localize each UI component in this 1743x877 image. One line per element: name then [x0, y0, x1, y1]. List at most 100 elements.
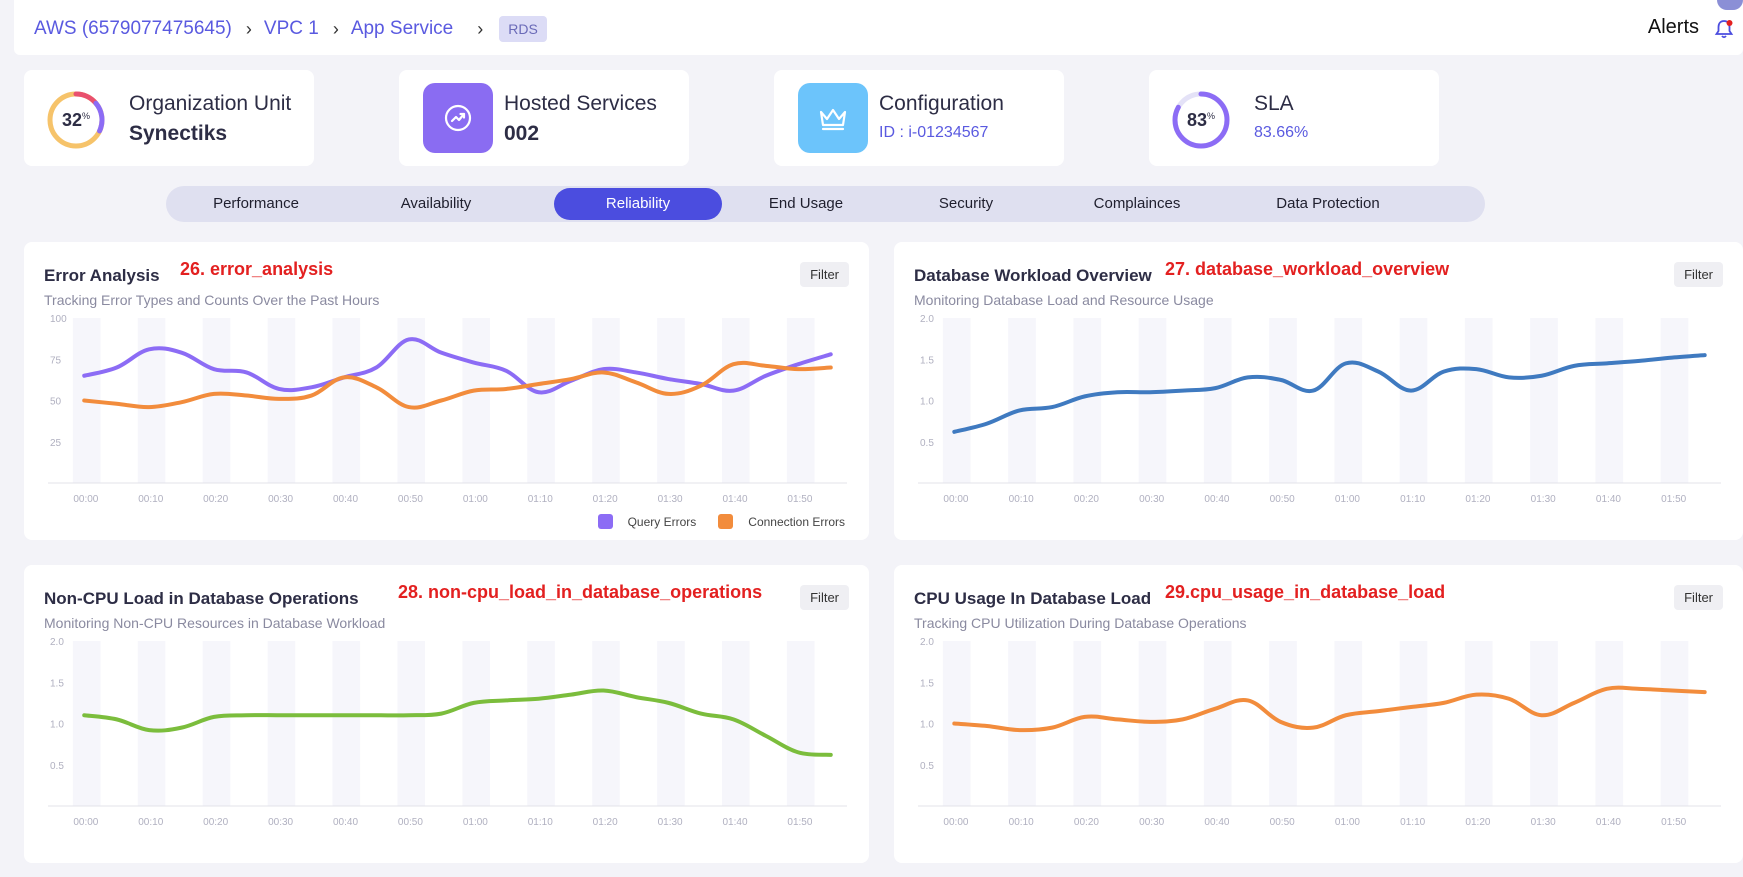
legend-swatch [597, 514, 613, 529]
x-tick-label: 00:20 [203, 817, 228, 828]
chevron-right-icon: › [332, 18, 339, 39]
x-tick-label: 01:40 [1596, 494, 1621, 505]
tab-bar: Performance Availability Reliability End… [166, 186, 1485, 222]
y-tick-label: 100 [50, 314, 67, 325]
legend-label: Query Errors [627, 514, 697, 529]
legend-swatch [718, 514, 734, 529]
x-tick-label: 01:20 [593, 817, 618, 828]
grid-stripe [1660, 318, 1689, 483]
grid-stripe [137, 318, 166, 483]
tab-performance[interactable]: Performance [172, 188, 340, 220]
breadcrumb-vpc[interactable]: VPC 1 [264, 18, 319, 40]
tab-complainces[interactable]: Complainces [1053, 188, 1221, 220]
grid-stripe [1334, 641, 1363, 806]
trending-up-icon [423, 83, 493, 153]
breadcrumb-app-service[interactable]: App Service [351, 18, 453, 40]
database-workload-panel: Database Workload Overview 27. database_… [894, 242, 1743, 540]
x-tick-label: 01:10 [1400, 494, 1425, 505]
x-tick-label: 00:10 [138, 494, 163, 505]
x-tick-label: 00:10 [1009, 817, 1034, 828]
x-tick-label: 00:20 [203, 494, 228, 505]
grid-stripe [1399, 318, 1428, 483]
x-tick-label: 01:00 [463, 494, 488, 505]
x-tick-label: 01:40 [723, 494, 748, 505]
x-tick-label: 00:40 [333, 817, 358, 828]
x-tick-label: 01:30 [1531, 494, 1556, 505]
grid-stripe [786, 641, 815, 806]
cpu-usage-panel: CPU Usage In Database Load 29.cpu_usage_… [894, 565, 1743, 863]
non-cpu-load-panel: Non-CPU Load in Database Operations 28. … [24, 565, 869, 863]
y-tick-label: 25 [50, 438, 62, 449]
y-tick-label: 2.0 [920, 637, 934, 648]
x-tick-label: 01:50 [1661, 817, 1686, 828]
series-line-1 [952, 353, 1707, 434]
org-unit-percent: 32% [61, 109, 91, 130]
grid-stripe [1138, 318, 1167, 483]
breadcrumb: AWS (6579077475645) › VPC 1 › App Servic… [34, 16, 547, 42]
bell-icon[interactable] [1713, 18, 1735, 40]
cpu-usage-chart: 2.0 1.5 1.0 0.5 00:00 00:10 00:20 00:30 00:40 00:… [918, 637, 1721, 828]
series-line-1 [82, 688, 833, 757]
grid-stripe [1073, 641, 1102, 806]
grid-stripe [722, 318, 750, 483]
y-tick-label: 0.5 [50, 761, 64, 772]
x-tick-label: 00:40 [1204, 817, 1229, 828]
x-tick-label: 00:00 [73, 494, 98, 505]
y-tick-label: 1.5 [50, 678, 64, 689]
tab-reliability[interactable]: Reliability [554, 188, 722, 220]
grid-stripe [657, 318, 685, 483]
x-tick-label: 00:30 [268, 817, 293, 828]
org-unit-value: Synectiks [129, 122, 228, 145]
x-tick-label: 00:20 [1074, 817, 1099, 828]
sla-percent: 83% [1186, 109, 1216, 130]
series-line-1 [952, 685, 1707, 733]
grid-stripe [1269, 318, 1297, 483]
tab-availability[interactable]: Availability [352, 188, 520, 220]
x-tick-label: 01:40 [1596, 817, 1621, 828]
crown-icon [798, 83, 868, 153]
grid-stripe [1203, 641, 1232, 806]
hosted-services-value: 002 [504, 122, 540, 145]
tab-end-usage[interactable]: End Usage [722, 188, 890, 220]
grid-stripe [1399, 641, 1428, 806]
breadcrumb-rds-badge[interactable]: RDS [499, 16, 547, 42]
x-tick-label: 00:10 [1009, 494, 1034, 505]
legend-item-connection-errors[interactable]: Connection Errors [718, 514, 845, 529]
y-tick-label: 0.5 [920, 761, 934, 772]
configuration-card: Configuration ID : i-01234567 [774, 70, 1064, 166]
avatar[interactable] [1717, 0, 1743, 10]
x-tick-label: 01:10 [528, 817, 553, 828]
sla-card: 83% SLA 83.66% [1149, 70, 1439, 166]
tab-data-protection[interactable]: Data Protection [1244, 188, 1412, 220]
grid-stripe [1660, 641, 1689, 806]
hosted-services-card: Hosted Services 002 [399, 70, 689, 166]
x-tick-label: 01:20 [1465, 494, 1490, 505]
grid-stripe [332, 641, 361, 806]
x-tick-label: 00:50 [398, 817, 423, 828]
y-tick-label: 2.0 [50, 637, 64, 648]
grid-stripe [1008, 641, 1036, 806]
grid-stripe [1334, 318, 1363, 483]
grid-stripe [786, 318, 815, 483]
legend-item-query-errors[interactable]: Query Errors [597, 514, 697, 529]
x-tick-label: 01:00 [1335, 817, 1360, 828]
tab-security[interactable]: Security [882, 188, 1050, 220]
y-tick-label: 2.0 [920, 314, 934, 325]
grid-stripe [202, 318, 231, 483]
x-tick-label: 00:30 [1139, 494, 1164, 505]
x-tick-label: 01:30 [658, 817, 683, 828]
error-analysis-chart: 100 75 50 25 00:00 00:10 00:20 00:30 00:40 00:50 0… [48, 314, 847, 505]
database-workload-chart: 2.0 1.5 1.0 0.5 00:00 00:10 00:20 00:30 00:40 00:… [918, 314, 1721, 505]
grid-stripe [527, 318, 555, 483]
error-analysis-panel: Error Analysis 26. error_analysis Tracki… [24, 242, 869, 540]
sla-value: 83.66% [1254, 124, 1309, 141]
series-line-2 [82, 360, 833, 410]
x-tick-label: 00:00 [73, 817, 98, 828]
grid-stripe [1203, 318, 1232, 483]
y-tick-label: 1.5 [920, 355, 934, 366]
breadcrumb-aws[interactable]: AWS (6579077475645) [34, 18, 232, 40]
y-tick-label: 1.0 [50, 720, 64, 731]
y-tick-label: 1.5 [920, 678, 934, 689]
alerts-label[interactable]: Alerts [1648, 16, 1699, 39]
legend-label: Connection Errors [748, 514, 845, 529]
